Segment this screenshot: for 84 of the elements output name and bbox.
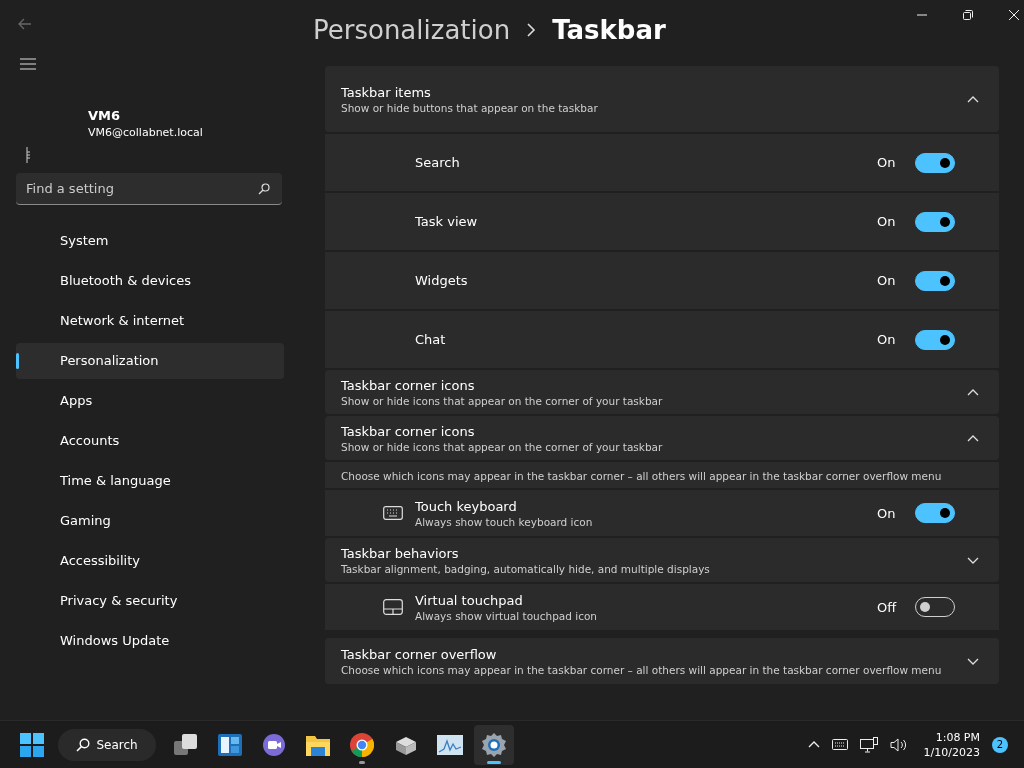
folder-icon xyxy=(306,733,330,756)
toggle-state-label: Off xyxy=(877,599,898,615)
clock-date[interactable]: 1/10/2023 xyxy=(923,745,980,759)
nav-item[interactable]: Bluetooth & devices xyxy=(16,263,284,299)
volume-icon[interactable] xyxy=(889,737,908,752)
chevron-right-icon xyxy=(526,23,537,37)
toggle-state-label: On xyxy=(877,155,897,170)
browser-icon xyxy=(350,732,374,757)
toggle-state-label: On xyxy=(877,332,897,347)
setting-label: Search xyxy=(415,155,461,170)
page-title: Taskbar xyxy=(552,15,666,45)
section-title: Taskbar corner icons xyxy=(341,377,476,393)
section-title: Taskbar behaviors xyxy=(341,545,460,561)
nav-item[interactable]: Apps xyxy=(16,383,284,419)
nav-item[interactable]: Gaming xyxy=(16,503,284,539)
section-description: Choose which icons may appear in the taskbar corner – all others will appear in the taskbar corner overflow menu xyxy=(341,663,943,676)
keyboard-icon[interactable] xyxy=(831,739,848,750)
touchpad-icon xyxy=(383,599,403,615)
keyboard-icon xyxy=(383,506,403,520)
chart-window-icon xyxy=(437,734,463,755)
restore-icon[interactable] xyxy=(963,10,973,20)
user-name: VM6 xyxy=(88,108,122,123)
toggle-state-label: On xyxy=(877,505,897,521)
toggle-switch[interactable] xyxy=(915,329,955,350)
widgets-icon xyxy=(218,733,242,756)
toggle-state-label: On xyxy=(877,273,897,288)
gear-icon xyxy=(482,732,506,757)
taskbar-app[interactable] xyxy=(474,724,514,765)
setting-label: Task view xyxy=(415,214,479,229)
clock-time[interactable]: 1:08 PM xyxy=(935,730,980,744)
nav-item[interactable]: Personalization xyxy=(16,343,284,379)
setting-label: Chat xyxy=(415,332,447,347)
nav-item[interactable]: Privacy & security xyxy=(16,583,284,619)
section-description: Show or hide icons that appear on the corner of your taskbar xyxy=(341,440,664,453)
search-icon xyxy=(76,737,91,752)
breadcrumb-parent[interactable]: Personalization xyxy=(313,15,511,45)
toggle-state-label: On xyxy=(877,214,897,229)
section-header[interactable]: Taskbar corner icons Show or hide icons that appear on the corner of your taskbar xyxy=(325,416,999,460)
section-header[interactable]: Taskbar items Show or hide buttons that appear on the taskbar xyxy=(325,66,999,132)
nav-item[interactable]: Windows Update xyxy=(16,623,284,659)
note-text: Choose which icons may appear in the taskbar corner – all others will appear in the taskbar corner overflow menu xyxy=(341,470,942,482)
search-field[interactable]: Find a setting xyxy=(16,173,282,205)
text-cursor-icon xyxy=(26,147,31,163)
setting-label: Widgets xyxy=(415,273,469,288)
section-title: Taskbar corner icons xyxy=(341,423,476,439)
setting-description: Always show touch keyboard icon xyxy=(415,515,594,528)
section-header[interactable]: Taskbar corner overflow Choose which icons may appear in the taskbar corner – all others will appear in the taskbar corner overflow menu xyxy=(325,638,999,684)
section-description: Show or hide icons that appear on the corner of your taskbar xyxy=(341,394,664,407)
close-icon[interactable] xyxy=(1009,10,1019,20)
back-arrow-icon[interactable] xyxy=(18,18,32,30)
chevron-up-icon[interactable] xyxy=(807,741,820,748)
network-icon[interactable] xyxy=(859,736,878,753)
toggle-switch[interactable] xyxy=(915,211,955,232)
nav-item[interactable]: Accessibility xyxy=(16,543,284,579)
section-header[interactable]: Taskbar behaviors Taskbar alignment, badging, automatically hide, and multiple displays xyxy=(325,538,999,582)
menu-icon[interactable] xyxy=(20,58,36,70)
section-header[interactable]: Taskbar corner icons Show or hide icons that appear on the corner of your taskbar xyxy=(325,370,999,414)
nav-item[interactable]: System xyxy=(16,223,284,259)
section-title: Taskbar items xyxy=(341,84,432,100)
chevron-up-icon[interactable] xyxy=(967,434,979,442)
chevron-down-icon[interactable] xyxy=(967,556,979,564)
setting-description: Always show virtual touchpad icon xyxy=(415,609,599,622)
chevron-up-icon[interactable] xyxy=(967,388,979,396)
overlapping-squares-icon xyxy=(174,733,198,756)
start-icon[interactable] xyxy=(20,732,44,757)
video-chat-icon xyxy=(262,733,286,756)
section-description: Show or hide buttons that appear on the taskbar xyxy=(341,101,599,114)
search-icon xyxy=(258,183,270,195)
nav-item[interactable]: Time & language xyxy=(16,463,284,499)
section-title: Taskbar corner overflow xyxy=(341,646,498,662)
selection-indicator xyxy=(16,353,19,369)
toggle-switch[interactable] xyxy=(915,270,955,291)
setting-label: Virtual touchpad xyxy=(415,592,524,608)
toggle-switch[interactable] xyxy=(915,152,955,173)
nav-item[interactable]: Accounts xyxy=(16,423,284,459)
notification-badge[interactable]: 2 xyxy=(992,736,1008,753)
section-description: Taskbar alignment, badging, automatically hide, and multiple displays xyxy=(341,562,711,575)
taskbar-search-button[interactable]: Search xyxy=(58,728,156,761)
setting-label: Touch keyboard xyxy=(415,498,518,514)
chevron-down-icon[interactable] xyxy=(967,657,979,665)
user-email: VM6@collabnet.local xyxy=(88,126,204,139)
nav-item[interactable]: Network & internet xyxy=(16,303,284,339)
chevron-up-icon[interactable] xyxy=(967,95,979,103)
toggle-switch[interactable] xyxy=(915,503,955,523)
